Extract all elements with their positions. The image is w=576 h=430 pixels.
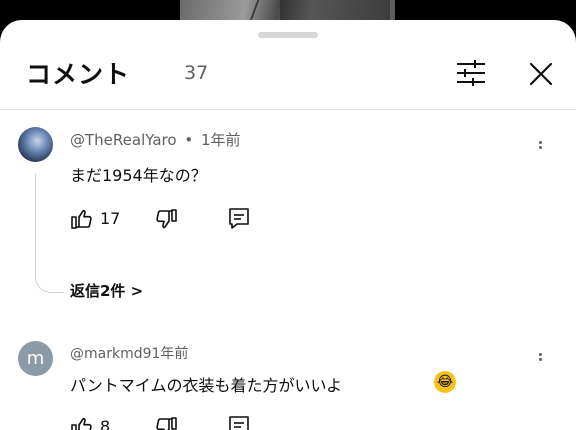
comment-actions: 8	[70, 415, 270, 430]
reply-button[interactable]	[228, 415, 250, 430]
reply-thread-line	[35, 174, 64, 293]
like-count: 17	[100, 209, 121, 228]
like-button[interactable]	[70, 207, 94, 235]
comment-actions: 17	[70, 207, 270, 233]
close-icon	[529, 62, 553, 86]
more-options-button[interactable]	[536, 351, 544, 365]
comments-sheet: コメント 37 @TheRealYaro • 1年前 まだ1954年なの？ 17…	[0, 20, 576, 430]
comment-reply-icon	[229, 416, 249, 430]
comments-header: コメント 37	[0, 20, 576, 110]
thumbs-up-icon	[71, 209, 92, 229]
laughing-emoji: 😂	[434, 371, 456, 393]
comment-text: まだ1954年なの？	[70, 166, 207, 185]
meta-separator: •	[184, 131, 194, 149]
close-button[interactable]	[525, 58, 557, 90]
view-replies-link[interactable]: 返信2件 >	[70, 280, 143, 301]
like-button[interactable]	[70, 415, 94, 430]
sliders-icon	[457, 60, 485, 86]
dislike-button[interactable]	[154, 415, 178, 430]
more-vertical-icon	[536, 353, 544, 361]
more-vertical-icon	[536, 141, 544, 149]
comment-author-time[interactable]: @markmd91年前	[70, 343, 188, 363]
comment-text: パントマイムの衣装も着た方がいいよ	[70, 376, 343, 395]
comment-time: 1年前	[200, 131, 241, 149]
sort-filter-button[interactable]	[453, 58, 489, 88]
comment-author[interactable]: @TheRealYaro	[70, 131, 177, 149]
reply-button[interactable]	[228, 207, 250, 235]
thumbs-down-icon	[156, 209, 177, 229]
like-count: 8	[100, 417, 111, 430]
thumbs-up-icon	[71, 417, 92, 430]
avatar[interactable]	[18, 127, 53, 162]
comment-reply-icon	[229, 208, 249, 229]
thumbs-down-icon	[156, 417, 177, 430]
comment-meta: @TheRealYaro • 1年前	[70, 129, 241, 150]
avatar[interactable]: m	[18, 341, 53, 376]
more-options-button[interactable]	[536, 139, 544, 153]
dislike-button[interactable]	[154, 207, 178, 235]
comments-title: コメント	[26, 60, 131, 89]
comments-count: 37	[184, 62, 209, 84]
